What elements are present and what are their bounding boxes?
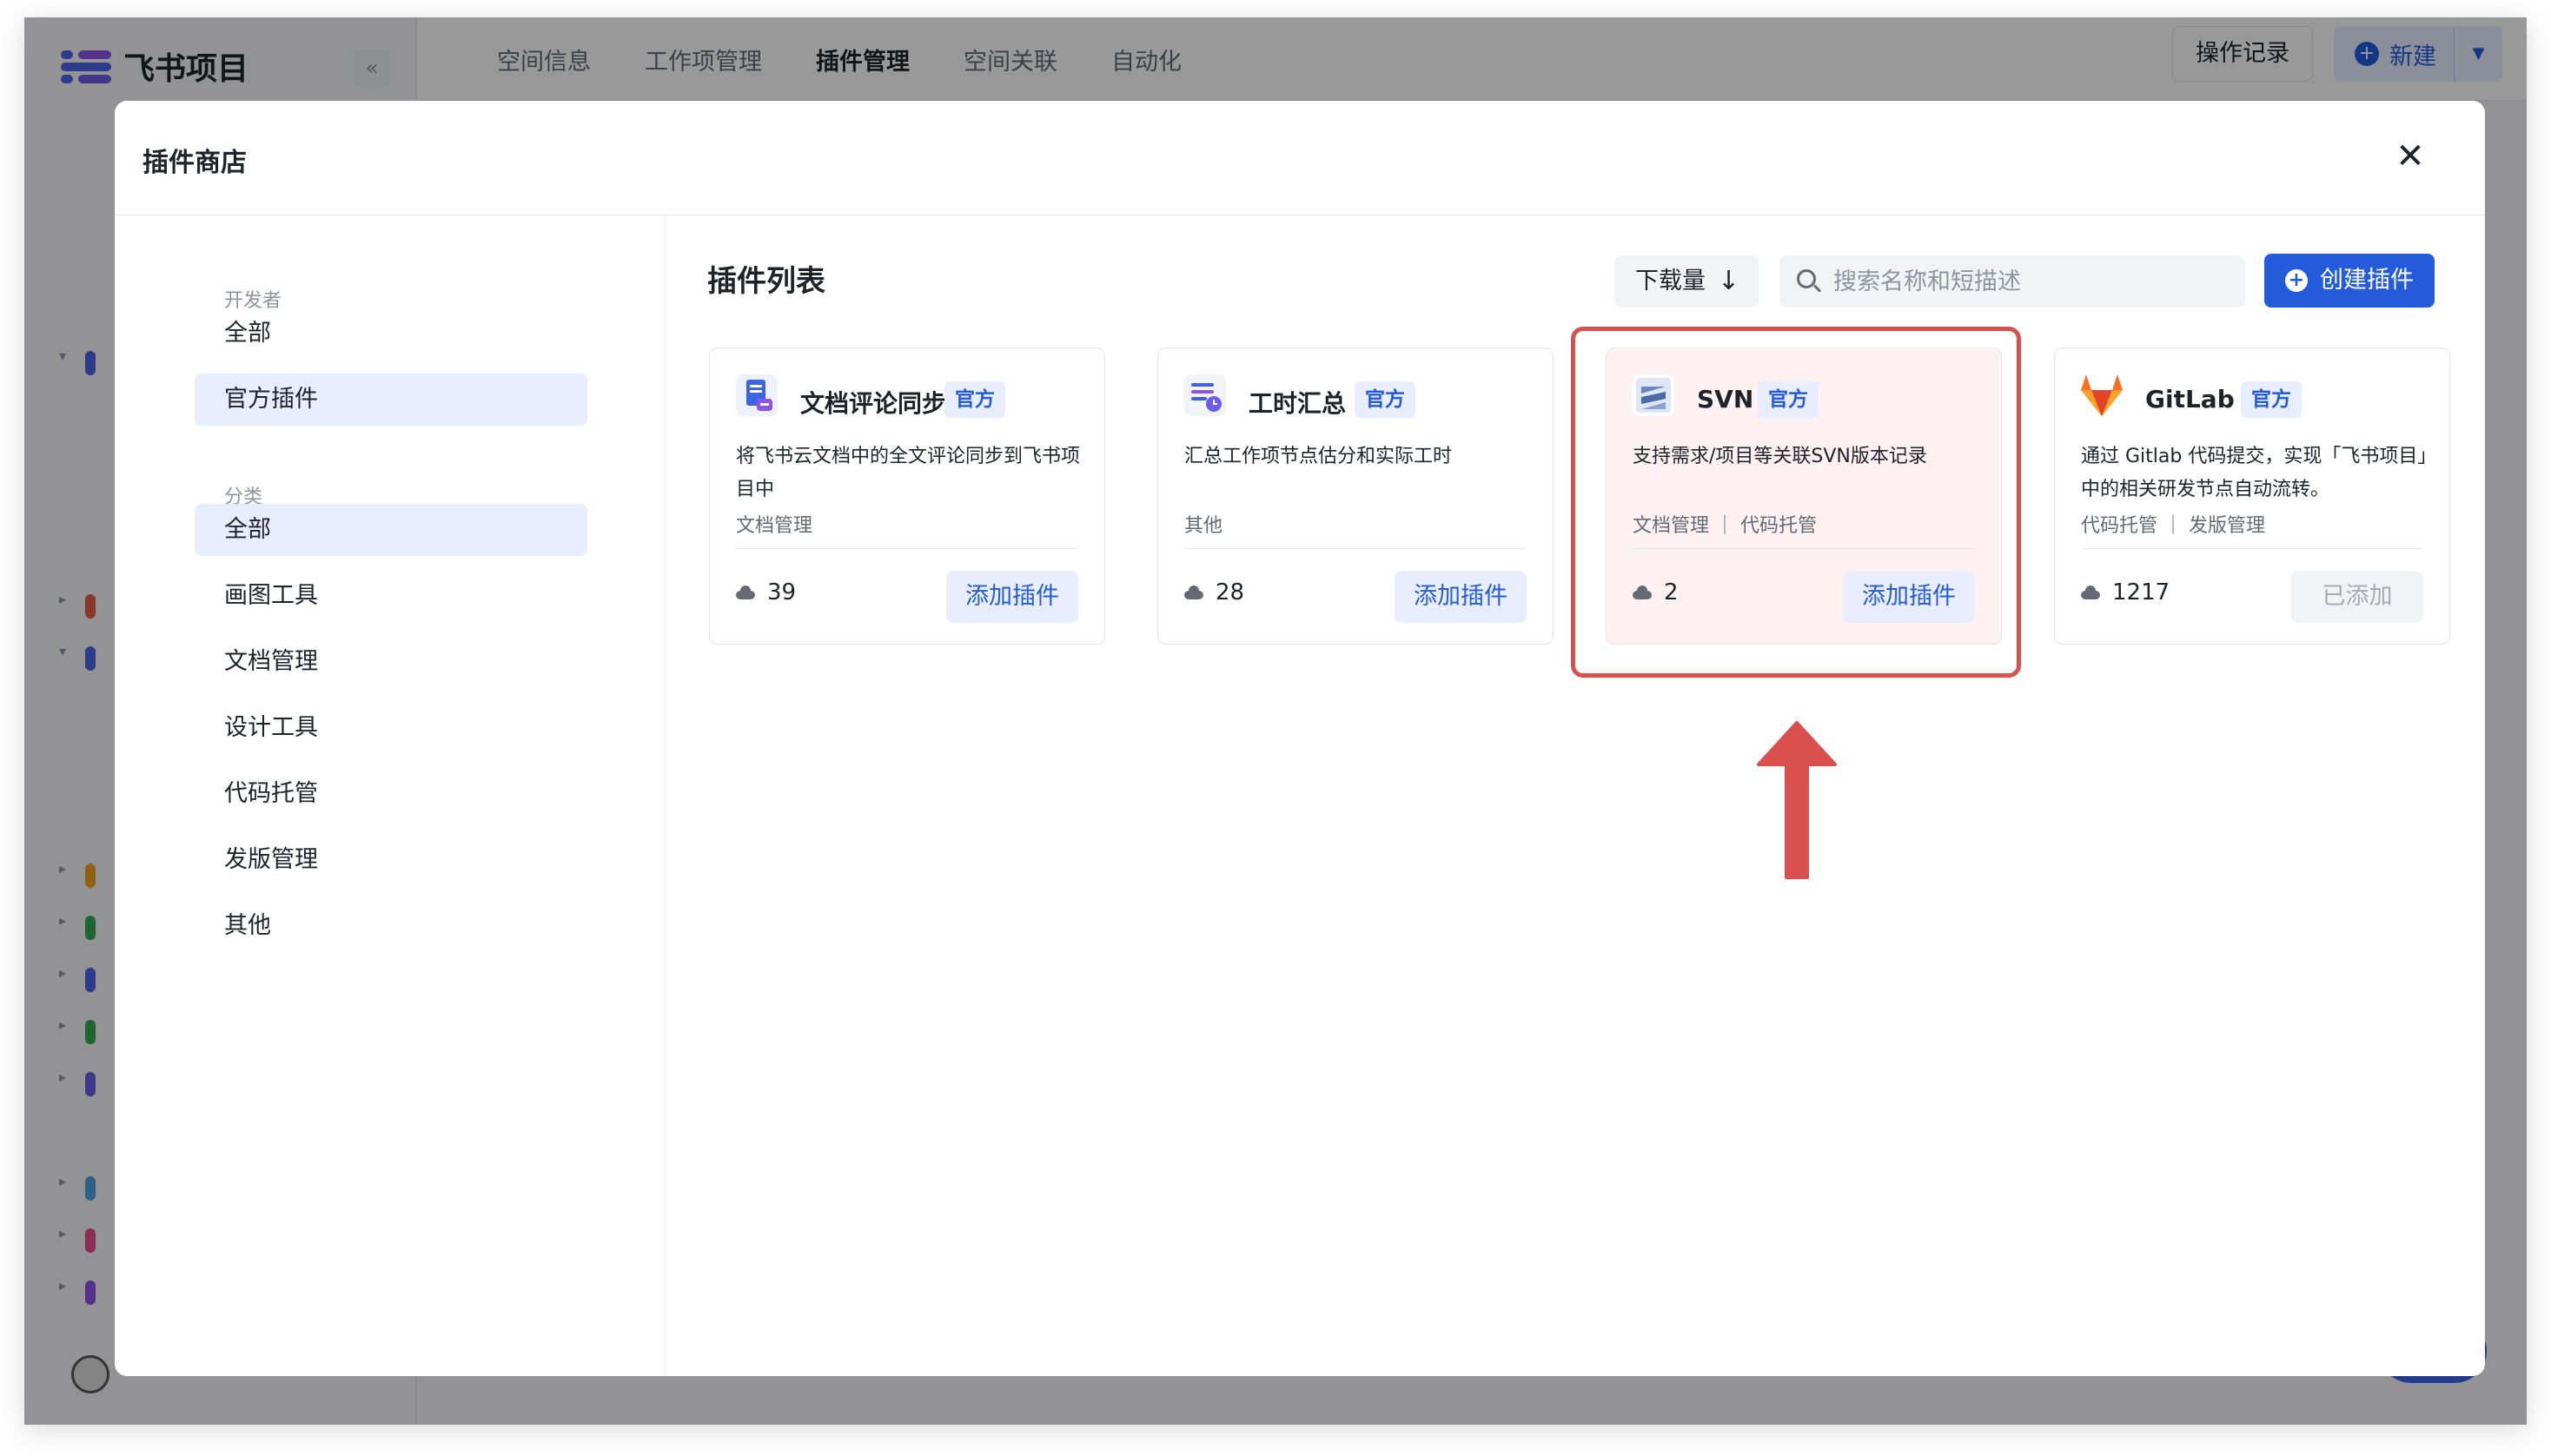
filter-category-docs[interactable]: 文档管理 [195,636,587,688]
filter-category-all[interactable]: 全部 [195,504,587,556]
arrow-down-icon: ↓ [1717,266,1739,296]
plugin-list-title: 插件列表 [707,264,825,299]
plugin-description: 将飞书云文档中的全文评论同步到飞书项目中 [736,446,1081,500]
download-count: 1217 [2081,579,2170,606]
plus-circle-icon: + [2285,269,2308,292]
official-badge: 官方 [2241,381,2302,418]
highlight-box [1571,327,2021,678]
card-divider [2081,548,2423,549]
download-count-value: 39 [767,579,797,606]
doc-comment-icon [736,374,778,416]
plugin-tags: 其他 [1184,515,1223,537]
plugin-card[interactable]: 文档评论同步 官方 将飞书云文档中的全文评论同步到飞书项目中 文档管理 39 添… [709,347,1105,645]
filter-category-release[interactable]: 发版管理 [195,834,587,886]
filter-panel: 开发者 全部 官方插件 分类 全部 画图工具 文档管理 设计工具 代码托管 发版… [115,215,666,1376]
plugin-description: 汇总工作项节点估分和实际工时 [1184,446,1453,467]
plugin-card[interactable]: GitLab 官方 通过 Gitlab 代码提交，实现「飞书项目」中的相关研发节… [2054,347,2450,645]
app-window: 飞书项目 « ▾ ▸ ▾ ▸ ▸ ▸ ▸ ▸ ▸ ▸ ▸ 空间信息 工作项管理 … [24,17,2527,1425]
search-input[interactable] [1833,255,2233,308]
filter-category-drawing[interactable]: 画图工具 [195,570,587,622]
plugin-name: GitLab [2145,385,2235,414]
plugin-description: 通过 Gitlab 代码提交，实现「飞书项目」中的相关研发节点自动流转。 [2081,446,2428,500]
arrow-up-icon [1740,708,1853,890]
plugin-store-modal: 插件商店 ✕ 开发者 全部 官方插件 分类 全部 画图工具 文档管理 设计工具 … [115,101,2485,1376]
filter-developer-official[interactable]: 官方插件 [195,374,587,426]
download-count: 28 [1184,579,1244,606]
sort-label: 下载量 [1635,268,1706,295]
sort-by-downloads-button[interactable]: 下载量 ↓ [1614,255,1759,308]
gitlab-icon [2081,374,2123,416]
filter-developer-all[interactable]: 全部 [195,308,587,360]
plugin-tags: 文档管理 [736,515,813,537]
plugin-name: 文档评论同步 [800,389,947,418]
download-count-value: 1217 [2112,579,2170,606]
download-cloud-icon [2081,586,2100,599]
modal-title: 插件商店 [142,148,247,178]
plugin-name: 工时汇总 [1249,389,1347,418]
create-plugin-label: 创建插件 [2320,267,2414,294]
filter-category-other[interactable]: 其他 [195,900,587,952]
download-count-value: 28 [1216,579,1245,606]
download-cloud-icon [736,586,755,599]
modal-header: 插件商店 ✕ [115,101,2485,215]
plugin-tags: 代码托管 ｜ 发版管理 [2081,515,2265,537]
official-badge: 官方 [944,381,1005,418]
card-divider [1184,548,1527,549]
filter-category-code-hosting[interactable]: 代码托管 [195,768,587,820]
official-badge: 官方 [1355,381,1415,418]
filter-category-design[interactable]: 设计工具 [195,702,587,754]
create-plugin-button[interactable]: + 创建插件 [2264,254,2435,308]
added-plugin-button: 已添加 [2291,571,2423,623]
plugin-card[interactable]: 工时汇总 官方 汇总工作项节点估分和实际工时 其他 28 添加插件 [1157,347,1554,645]
download-count: 39 [736,579,796,606]
close-icon[interactable]: ✕ [2389,137,2431,179]
search-box[interactable] [1779,255,2245,308]
search-icon [1797,269,1816,288]
download-cloud-icon [1184,586,1203,599]
card-divider [736,548,1078,549]
worktime-icon [1184,374,1226,416]
add-plugin-button[interactable]: 添加插件 [946,571,1078,623]
add-plugin-button[interactable]: 添加插件 [1395,571,1527,623]
